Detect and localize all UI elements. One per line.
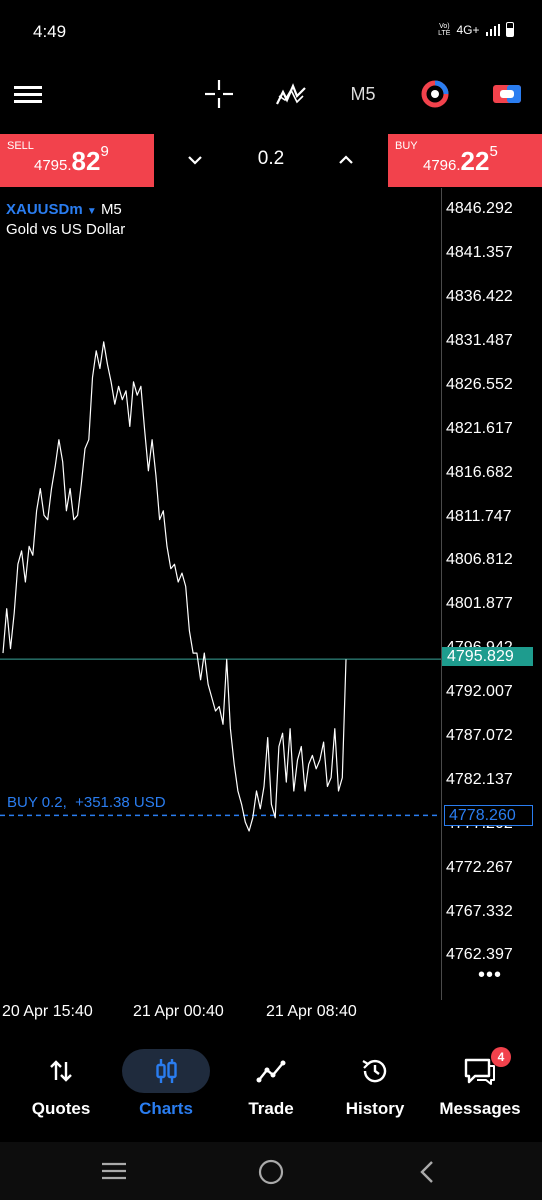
nav-charts-label: Charts: [139, 1099, 193, 1118]
lot-size-control: 0.2: [155, 134, 387, 187]
chevron-up-icon: [339, 155, 353, 164]
chart-color-icon: [421, 80, 449, 108]
price-tick: 4826.552: [446, 375, 513, 393]
price-tick: 4792.007: [446, 683, 513, 701]
symbol-timeframe: M5: [100, 201, 122, 218]
price-tick: 4806.812: [446, 551, 513, 569]
price-tick: 4762.397: [446, 946, 513, 964]
price-tick: 4821.617: [446, 419, 513, 437]
crosshair-button[interactable]: [200, 76, 238, 112]
sell-label: SELL: [7, 140, 34, 152]
crosshair-icon: [205, 80, 233, 108]
price-tick: 4831.487: [446, 331, 513, 349]
history-icon: [331, 1049, 419, 1093]
quotes-icon: [17, 1049, 105, 1093]
nav-trade[interactable]: Trade: [219, 1040, 323, 1130]
menu-icon: [14, 86, 42, 103]
buy-price-small: 4796.: [423, 157, 461, 174]
price-tick: 4782.137: [446, 770, 513, 788]
volte-icon: Vo) LTE: [438, 22, 451, 37]
price-tick: 4816.682: [446, 463, 513, 481]
price-axis[interactable]: 4846.292 4841.357 4836.422 4831.487 4826.552…: [441, 188, 542, 1000]
price-tick: 4767.332: [446, 902, 513, 920]
increase-lot-button[interactable]: [331, 146, 361, 174]
signal-icon: [485, 23, 500, 36]
trade-icon: [227, 1049, 315, 1093]
price-tick: 4811.747: [446, 507, 512, 525]
nav-history[interactable]: History: [323, 1040, 427, 1130]
messages-icon: 4: [436, 1047, 524, 1093]
lot-size-value[interactable]: 0.2: [235, 148, 307, 170]
timeframe-button[interactable]: M5: [343, 76, 383, 112]
price-chart[interactable]: XAUUSDm ▼ M5 Gold vs US Dollar BUY 0.2, …: [0, 188, 441, 1000]
recent-apps-button[interactable]: [100, 1160, 128, 1187]
buy-price-sup: 5: [489, 143, 498, 160]
home-button[interactable]: [257, 1158, 285, 1191]
chart-symbol-header[interactable]: XAUUSDm ▼ M5: [6, 201, 122, 218]
position-label[interactable]: BUY 0.2, +351.38 USD: [7, 794, 166, 811]
nav-quotes-label: Quotes: [31, 1099, 91, 1118]
sell-button[interactable]: SELL 4795.829: [0, 134, 154, 187]
position-price-badge: 4778.260: [444, 805, 533, 826]
symbol-dropdown-icon: ▼: [86, 206, 97, 217]
chart-color-button[interactable]: [416, 76, 454, 112]
time-tick: 21 Apr 00:40: [133, 1003, 224, 1020]
one-click-trading-button[interactable]: [488, 76, 526, 112]
battery-icon: [506, 22, 514, 37]
messages-badge: 4: [491, 1047, 511, 1067]
symbol-description: Gold vs US Dollar: [6, 221, 126, 238]
price-tick: 4772.267: [446, 858, 513, 876]
price-tick: 4841.357: [446, 244, 513, 262]
status-icons: Vo) LTE 4G+: [438, 22, 514, 37]
sell-price-small: 4795.: [34, 157, 72, 174]
price-series-line: [2, 341, 347, 832]
home-icon: [258, 1159, 284, 1185]
sell-price-big: 82: [71, 146, 101, 176]
nav-messages-label: Messages: [439, 1099, 521, 1118]
chevron-down-icon: [188, 156, 202, 165]
indicators-button[interactable]: [272, 76, 310, 112]
symbol-name: XAUUSDm: [6, 201, 83, 218]
current-price-badge: 4795.829: [442, 647, 533, 666]
price-tick: 4787.072: [446, 726, 513, 744]
nav-history-label: History: [345, 1099, 405, 1118]
indicators-icon: [276, 83, 306, 105]
time-tick: 21 Apr 08:40: [266, 1003, 357, 1020]
buy-price: 4796.225: [423, 143, 498, 177]
menu-button[interactable]: [10, 76, 46, 112]
system-nav-bar: [0, 1142, 542, 1200]
chart-plot[interactable]: [0, 188, 441, 1000]
status-time: 4:49: [33, 22, 67, 41]
decrease-lot-button[interactable]: [180, 146, 210, 174]
network-type: 4G+: [456, 22, 480, 37]
buy-price-big: 22: [460, 146, 490, 176]
price-tick: 4801.877: [446, 595, 513, 613]
more-options-icon[interactable]: •••: [478, 964, 502, 987]
price-tick: 4836.422: [446, 288, 513, 306]
charts-icon: [122, 1049, 210, 1093]
nav-charts[interactable]: Charts: [114, 1040, 218, 1130]
nav-quotes[interactable]: Quotes: [9, 1040, 113, 1130]
time-tick: 20 Apr 15:40: [2, 1003, 93, 1020]
nav-trade-label: Trade: [248, 1099, 294, 1118]
price-tick: 4846.292: [446, 200, 513, 218]
recent-apps-icon: [102, 1162, 126, 1180]
sell-price-sup: 9: [100, 143, 109, 160]
back-button[interactable]: [416, 1159, 438, 1190]
buy-button[interactable]: BUY 4796.225: [388, 134, 542, 187]
nav-messages[interactable]: 4 Messages: [428, 1040, 532, 1130]
buy-label: BUY: [395, 140, 418, 152]
trade-toggle-icon: [493, 85, 521, 103]
back-icon: [420, 1161, 433, 1183]
time-axis: 20 Apr 15:40 21 Apr 00:40 21 Apr 08:40: [0, 1000, 441, 1040]
sell-price: 4795.829: [34, 143, 109, 177]
